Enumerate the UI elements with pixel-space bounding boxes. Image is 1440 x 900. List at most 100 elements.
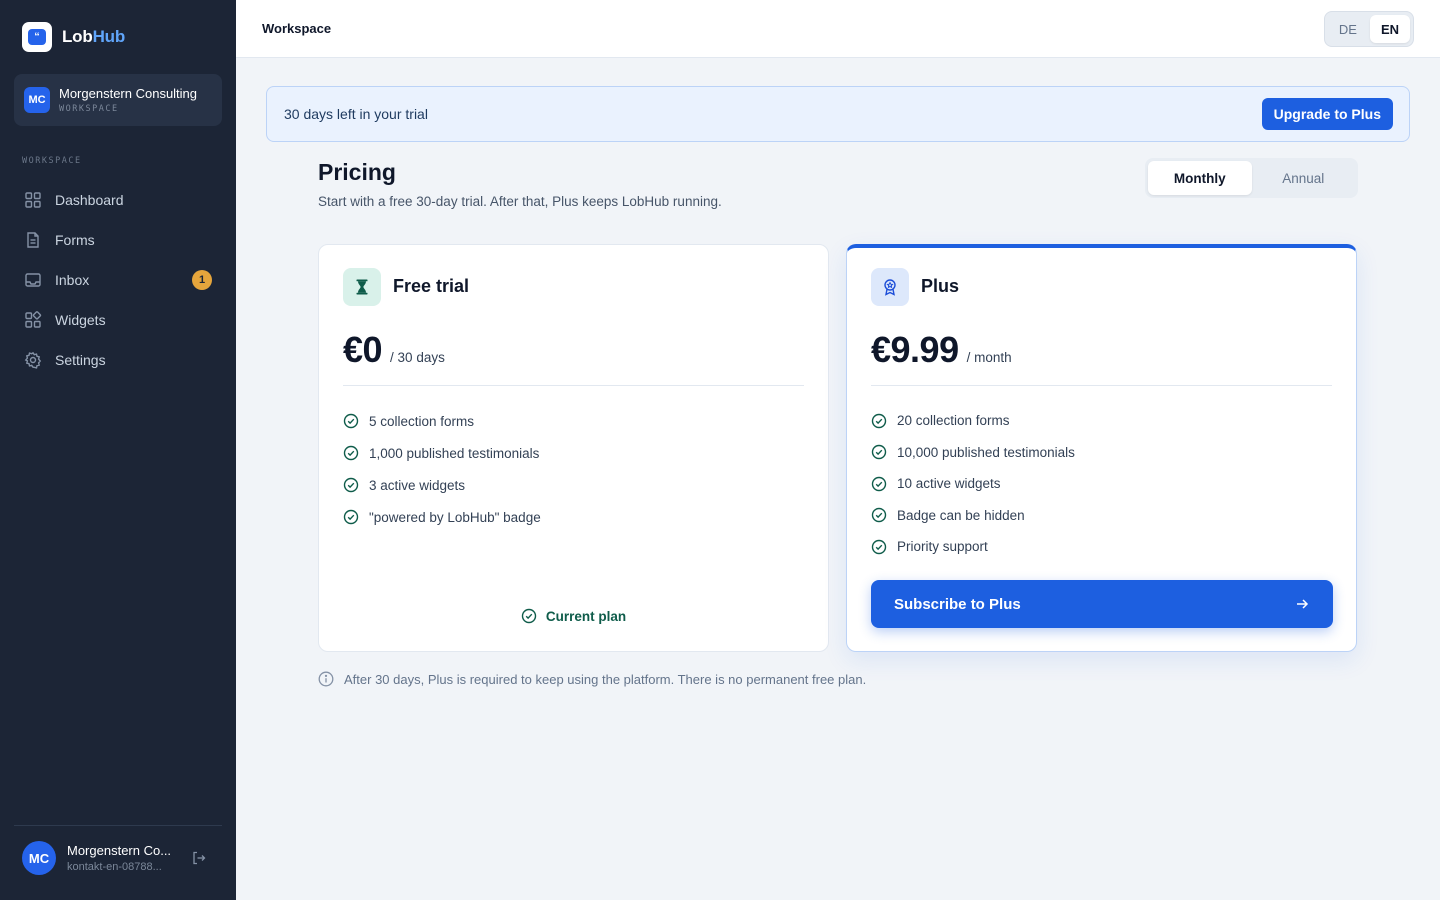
plan-icon-container: [871, 268, 909, 306]
sidebar-item-widgets[interactable]: Widgets: [14, 300, 222, 340]
plan-footnote: After 30 days, Plus is required to keep …: [318, 671, 866, 687]
list-item: 10 active widgets: [871, 468, 1075, 500]
pricing-title: Pricing: [318, 159, 396, 185]
sidebar-item-label: Widgets: [55, 312, 106, 328]
sidebar-item-dashboard[interactable]: Dashboard: [14, 180, 222, 220]
price-period: / month: [966, 350, 1012, 365]
feature-list: 5 collection forms 1,000 published testi…: [343, 405, 541, 533]
feature-label: 5 collection forms: [369, 413, 475, 429]
document-icon: [27, 232, 39, 248]
dashboard-icon: [25, 192, 41, 208]
top-bar: Workspace DE EN: [236, 0, 1440, 58]
check-circle-icon: [871, 539, 887, 554]
subscribe-button-label: Subscribe to Plus: [894, 595, 1021, 613]
logout-icon[interactable]: [191, 850, 207, 866]
nav-section-label: WORKSPACE: [22, 156, 82, 166]
list-item: 3 active widgets: [343, 469, 541, 501]
price-amount: €9.99: [871, 329, 959, 370]
gear-icon: [24, 351, 42, 369]
inbox-count-badge: 1: [192, 270, 212, 290]
feature-label: "powered by LobHub" badge: [369, 509, 541, 525]
price-amount: €0: [343, 329, 383, 370]
user-profile[interactable]: MC Morgenstern Co... kontakt-en-08788...: [22, 841, 179, 875]
language-en-button[interactable]: EN: [1369, 15, 1410, 43]
check-circle-icon: [343, 477, 359, 493]
subscribe-button[interactable]: Subscribe to Plus: [871, 580, 1333, 628]
trial-banner: 30 days left in your trial Upgrade to Pl…: [266, 86, 1410, 142]
plan-card-plus: Plus €9.99 / month 20 collection forms 1…: [846, 244, 1357, 652]
feature-list: 20 collection forms 10,000 published tes…: [871, 405, 1075, 563]
check-circle-icon: [343, 509, 359, 525]
check-circle-icon: [521, 608, 537, 624]
sidebar-item-inbox[interactable]: Inbox 1: [14, 260, 222, 300]
list-item: "powered by LobHub" badge: [343, 501, 541, 533]
list-item: 5 collection forms: [343, 405, 541, 437]
check-circle-icon: [871, 445, 887, 460]
upgrade-button[interactable]: Upgrade to Plus: [1261, 98, 1393, 130]
hourglass-icon: [356, 279, 368, 295]
sidebar-item-label: Forms: [55, 232, 95, 248]
logo-icon: “: [22, 22, 52, 52]
plan-card-free-trial: Free trial €0 / 30 days 5 collection for…: [318, 244, 829, 652]
sidebar-item-label: Inbox: [55, 272, 90, 288]
check-circle-icon: [343, 445, 359, 461]
user-name: Morgenstern Co...: [67, 843, 172, 858]
sidebar: “ LobHub MC Morgenstern Consulting WORKS…: [0, 0, 236, 900]
check-circle-icon: [871, 508, 887, 523]
widgets-icon: [25, 311, 42, 328]
avatar: MC: [22, 841, 56, 875]
info-icon: [318, 671, 334, 687]
list-item: 20 collection forms: [871, 405, 1075, 437]
app-logo[interactable]: “ LobHub: [22, 22, 125, 52]
list-item: Badge can be hidden: [871, 500, 1075, 532]
user-email: kontakt-en-08788...: [67, 861, 162, 873]
feature-label: Badge can be hidden: [897, 507, 1025, 523]
billing-period-toggle: Monthly Annual: [1145, 158, 1358, 198]
trial-banner-text: 30 days left in your trial: [284, 106, 428, 122]
list-item: 10,000 published testimonials: [871, 437, 1075, 469]
workspace-avatar: MC: [24, 87, 50, 113]
arrow-right-icon: [1297, 599, 1309, 609]
feature-label: Priority support: [897, 539, 988, 555]
feature-label: 10,000 published testimonials: [897, 444, 1075, 460]
sidebar-nav: Dashboard Forms Inbox 1 Widgets Settings: [14, 180, 222, 380]
list-item: 1,000 published testimonials: [343, 437, 541, 469]
award-icon: [884, 279, 896, 296]
price-period: / 30 days: [390, 350, 445, 365]
logo-glyph: “: [28, 29, 46, 45]
sidebar-item-settings[interactable]: Settings: [14, 340, 222, 380]
plan-footnote-text: After 30 days, Plus is required to keep …: [344, 671, 867, 687]
feature-label: 1,000 published testimonials: [369, 445, 540, 461]
plan-name: Free trial: [393, 276, 470, 296]
inbox-icon: [25, 273, 41, 287]
plan-icon-container: [343, 268, 381, 306]
card-divider: [871, 385, 1332, 386]
list-item: Priority support: [871, 531, 1075, 563]
billing-monthly-button[interactable]: Monthly: [1148, 161, 1252, 195]
check-circle-icon: [871, 476, 887, 491]
workspace-label: WORKSPACE: [59, 104, 119, 114]
pricing-subtitle: Start with a free 30-day trial. After th…: [318, 194, 722, 209]
plan-name: Plus: [921, 276, 960, 296]
app-name: LobHub: [62, 27, 125, 47]
card-divider: [343, 385, 804, 386]
feature-label: 3 active widgets: [369, 477, 466, 493]
sidebar-item-forms[interactable]: Forms: [14, 220, 222, 260]
check-circle-icon: [871, 413, 887, 428]
app-name-part1: Lob: [62, 27, 93, 46]
current-plan-label: Current plan: [545, 608, 627, 624]
sidebar-divider: [14, 825, 222, 826]
language-de-button[interactable]: DE: [1328, 15, 1368, 43]
feature-label: 20 collection forms: [897, 413, 1010, 429]
app-name-part2: Hub: [92, 27, 126, 46]
sidebar-item-label: Dashboard: [55, 192, 124, 208]
page-title: Workspace: [262, 21, 332, 36]
plan-price: €9.99 / month: [871, 329, 1012, 371]
check-circle-icon: [343, 413, 359, 429]
workspace-switcher[interactable]: MC Morgenstern Consulting WORKSPACE: [14, 74, 222, 126]
sidebar-item-label: Settings: [55, 352, 106, 368]
language-switcher: DE EN: [1323, 11, 1414, 47]
billing-annual-button[interactable]: Annual: [1252, 161, 1356, 195]
workspace-name: Morgenstern Consulting: [59, 86, 198, 101]
feature-label: 10 active widgets: [897, 476, 1001, 492]
